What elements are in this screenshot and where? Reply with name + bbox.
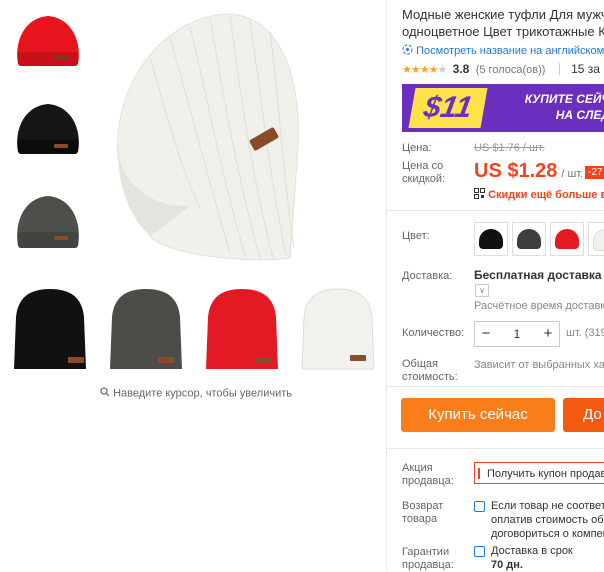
returns-info: Если товар не соответс оплатив стоимость… [491,499,604,541]
buy-now-button[interactable]: Купить сейчас [401,398,555,432]
variant-image-red[interactable] [202,287,282,371]
color-label: Цвет: [402,230,430,242]
discount-price-label: Цена со скидкой: [402,160,446,185]
quantity-increase-button[interactable]: + [537,322,559,346]
qr-icon [474,188,488,201]
product-title-line2: одноцветное Цвет трикотажные К [402,24,604,39]
price-unit: / шт. [561,168,584,180]
rating-stars[interactable]: ★★★★★ [402,64,447,76]
stock-available: шт. (319 [566,327,604,339]
banner-text: КУПИТЕ СЕЙЧ НА СЛЕД [500,91,604,123]
color-swatch-white[interactable] [588,222,604,256]
globe-icon [402,44,416,57]
variant-image-gray[interactable] [106,287,186,371]
rating-votes[interactable]: (5 голоса(ов)) [476,64,546,76]
returns-line3: договориться о компен [491,528,604,540]
seller-promo-label: Акция продавца: [402,462,454,487]
zoom-hint-text: Наведите курсор, чтобы увеличить [113,387,292,400]
divider [386,210,604,211]
divider [386,386,604,387]
main-product-image[interactable] [110,8,310,264]
chevron-down-icon[interactable]: ∨ [475,284,489,297]
magnifier-icon [100,387,113,400]
quantity-decrease-button[interactable]: − [475,322,497,346]
orders-count: 15 за [571,62,600,76]
shipping-label: Доставка: [402,270,453,282]
variant-image-black[interactable] [10,287,90,371]
promo-banner[interactable]: $11 КУПИТЕ СЕЙЧ НА СЛЕД [402,84,604,132]
promo-text: Скидки ещё больше в п [488,189,604,201]
guarantee-line2: 70 дн. [491,559,523,571]
thumbnail-red[interactable] [12,12,84,72]
delivery-time: Расчётное время доставки [474,300,604,312]
guarantee-info: Доставка в срок 70 дн. [491,544,573,572]
banner-text-line1: КУПИТЕ СЕЙЧ [524,92,604,106]
returns-line1: Если товар не соответс [491,500,604,512]
current-price-value: US $1.28 [474,160,558,182]
rating-row: ★★★★★ 3.8 (5 голоса(ов)) 15 за [402,62,600,76]
discount-badge: -27 [585,166,604,179]
quantity-input[interactable]: 1 [497,322,537,346]
coupon-text: Получить купон продавц [487,468,604,480]
color-swatch-black[interactable] [474,222,508,256]
banner-text-line2: НА СЛЕД [555,108,604,122]
translate-link-text: Посмотреть название на английском [416,45,604,57]
product-title: Модные женские туфли Для мужч одноцветно… [402,6,604,40]
guarantee-line1: Доставка в срок [491,545,573,557]
rating-value: 3.8 [452,62,470,76]
divider [558,63,560,75]
returns-label: Возврат товара [402,500,444,525]
total-label: Общая стоимость: [402,358,458,383]
shipping-method[interactable]: Бесплатная доставка в Ru [474,268,604,282]
color-swatch-red[interactable] [550,222,584,256]
add-to-cart-button[interactable]: До [563,398,604,432]
return-box-icon [474,501,485,512]
coupon-accent [478,468,480,479]
promo-link[interactable]: Скидки ещё больше в п [474,188,604,201]
delivery-clock-icon [474,546,485,557]
current-price: US $1.28/ шт. [474,160,583,183]
total-value: Зависит от выбранных хар [474,359,604,371]
color-swatch-darkgray[interactable] [512,222,546,256]
quantity-label: Количество: [402,327,465,339]
old-price: US $1.76 / шт. [474,142,545,154]
zoom-hint: Наведите курсор, чтобы увеличить [100,387,292,400]
variant-image-white[interactable] [298,287,378,371]
guarantee-label: Гарантии продавца: [402,546,454,571]
price-label: Цена: [402,142,432,154]
banner-price: $11 [408,88,488,128]
get-coupon-button[interactable]: Получить купон продавц [474,462,604,484]
returns-line2: оплатив стоимость обр [491,514,604,526]
thumbnail-gray[interactable] [12,192,84,254]
quantity-stepper: − 1 + [474,321,560,347]
thumbnail-black[interactable] [12,100,84,160]
product-title-line1: Модные женские туфли Для мужч [402,7,604,22]
divider [386,448,604,449]
translate-link[interactable]: Посмотреть название на английском [402,44,604,57]
column-divider [386,0,387,571]
